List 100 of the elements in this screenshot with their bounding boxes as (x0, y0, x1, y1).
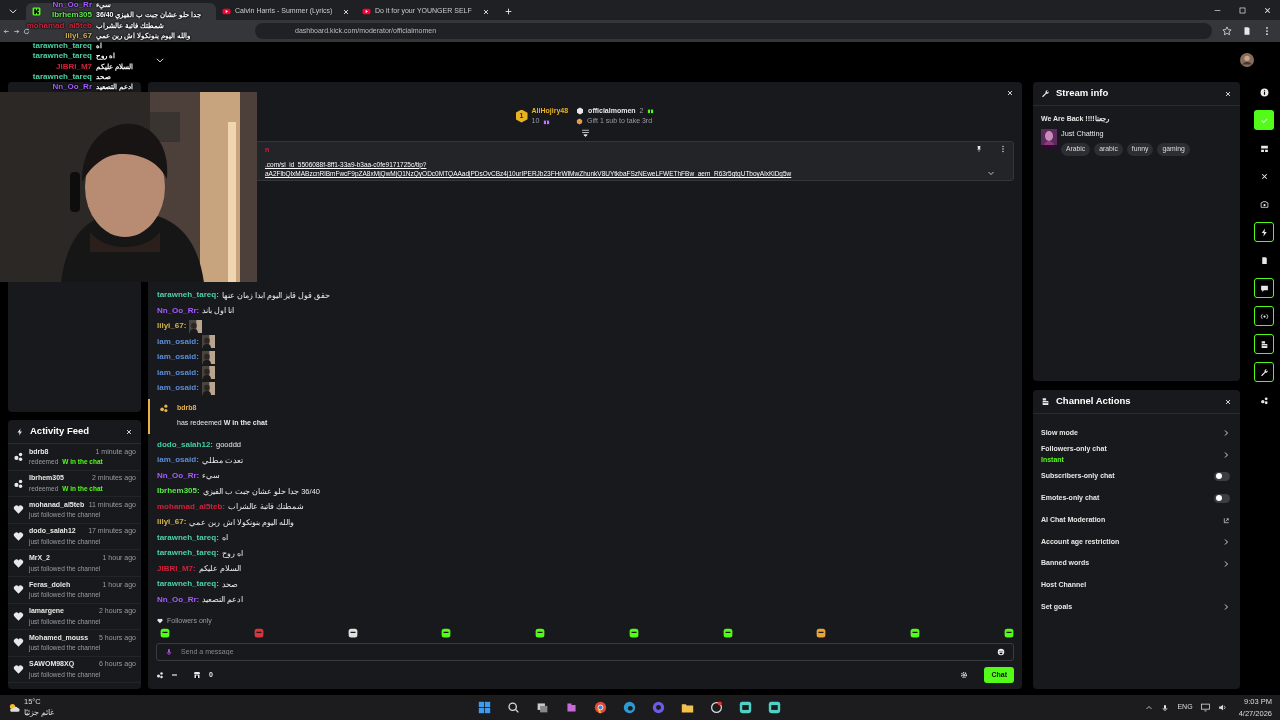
browser-icon[interactable] (594, 701, 607, 714)
wrench-icon (1041, 89, 1050, 98)
sidebar-button[interactable] (1254, 306, 1274, 326)
username[interactable]: tarawneh_tareq: (157, 578, 219, 591)
store-icon[interactable] (193, 671, 201, 679)
username: Nn_Oo_Rr (52, 82, 92, 93)
username[interactable]: iam_osaid: (157, 454, 199, 467)
emote-icon[interactable] (722, 628, 733, 638)
username[interactable]: lilyi_67: (157, 320, 187, 333)
speaker-icon[interactable] (1217, 703, 1227, 712)
bolt-icon (16, 427, 24, 436)
extension-icon[interactable] (1242, 26, 1252, 36)
windows-icon[interactable] (478, 701, 491, 714)
sidebar-button[interactable] (1254, 222, 1274, 242)
edge-icon[interactable] (623, 701, 636, 714)
weather-icon[interactable] (8, 701, 20, 714)
camera-icon (1259, 199, 1269, 209)
copilot-icon[interactable] (565, 701, 578, 714)
video-icon (222, 7, 231, 16)
chevron-right-icon[interactable] (1222, 559, 1230, 568)
video-icon (362, 7, 371, 16)
app-icon[interactable] (768, 701, 781, 714)
toggle-switch[interactable] (1214, 472, 1230, 481)
username[interactable]: Nn_Oo_Rr: (157, 593, 200, 606)
sidebar-button[interactable] (1254, 334, 1274, 354)
heart-icon (157, 617, 163, 624)
emote-icon[interactable] (1003, 628, 1014, 638)
expand-icon[interactable] (580, 128, 590, 137)
document-icon (1259, 255, 1269, 265)
close-icon[interactable] (1006, 89, 1014, 97)
reload-icon[interactable] (23, 27, 30, 35)
new-tab-icon[interactable] (504, 7, 513, 16)
chevron-right-icon[interactable] (1222, 450, 1230, 459)
username[interactable]: iam_osaid: (157, 382, 199, 395)
emote-icon[interactable] (628, 628, 639, 638)
search-icon[interactable] (507, 701, 520, 714)
app-icon[interactable] (710, 701, 723, 714)
username: Ibrhem305 (51, 10, 92, 21)
sidebar-button[interactable] (1254, 362, 1274, 382)
heart-icon (13, 610, 24, 622)
weather-condition: غائم جزئيًا (24, 707, 55, 720)
folder-icon[interactable] (681, 701, 694, 714)
forward-icon[interactable] (13, 27, 20, 35)
emote-icon[interactable] (816, 628, 827, 638)
chevron-down-icon[interactable] (155, 55, 165, 65)
app-icon[interactable] (739, 701, 752, 714)
username[interactable]: Nn_Oo_Rr: (157, 469, 200, 482)
close-icon[interactable] (125, 427, 133, 436)
sidebar-button[interactable] (1254, 278, 1274, 298)
back-icon[interactable] (3, 27, 10, 35)
chevron-right-icon[interactable] (1222, 428, 1230, 437)
toggle-switch[interactable] (1214, 493, 1230, 503)
maximize-icon[interactable] (1238, 5, 1247, 15)
username[interactable]: tarawneh_tareq: (157, 531, 219, 544)
monitor-icon[interactable] (1200, 703, 1210, 712)
username[interactable]: dodo_salah12: (157, 438, 213, 451)
pin-icon[interactable] (975, 145, 983, 153)
star-icon[interactable] (1222, 26, 1232, 36)
close-icon[interactable] (1224, 397, 1232, 406)
heart-icon (13, 531, 24, 543)
username[interactable]: tarawneh_tareq: (157, 289, 219, 302)
close-icon[interactable] (1263, 5, 1272, 15)
username[interactable]: iam_osaid: (157, 366, 199, 379)
username[interactable]: tarawneh_tareq: (157, 547, 219, 560)
channel-actions-icon (1041, 397, 1050, 406)
task-view-icon[interactable] (536, 701, 549, 714)
avatar-icon[interactable] (1240, 53, 1254, 67)
external-link-icon[interactable] (1223, 516, 1230, 524)
bolt-icon (1259, 227, 1269, 237)
username[interactable]: iam_osaid: (157, 335, 199, 348)
emote-icon[interactable] (160, 628, 170, 638)
heart-icon (13, 557, 24, 569)
close-icon[interactable] (482, 7, 490, 16)
microphone-icon[interactable] (1161, 703, 1170, 712)
emote-icon[interactable] (535, 628, 546, 638)
close-icon[interactable] (1224, 89, 1232, 98)
browser-tab[interactable] (26, 3, 216, 20)
points-icon[interactable] (156, 671, 164, 679)
emoji-icon[interactable] (997, 648, 1005, 656)
emote-icon[interactable] (910, 628, 921, 638)
username[interactable]: iam_osaid: (157, 351, 199, 364)
chevron-right-icon[interactable] (1222, 537, 1230, 546)
tab-list-icon[interactable] (8, 6, 18, 16)
layout-icon (1259, 143, 1269, 153)
username[interactable]: Ibrhem305: (157, 485, 200, 498)
panel-title: Stream info (1056, 86, 1110, 101)
close-icon (1259, 171, 1269, 181)
chevron-right-icon[interactable] (1222, 603, 1230, 612)
info-icon (1259, 87, 1269, 97)
heart-icon (13, 637, 24, 649)
username[interactable]: Nn_Oo_Rr: (157, 304, 200, 317)
close-icon[interactable] (342, 7, 350, 16)
emote-icon[interactable] (441, 628, 452, 638)
emote-icon[interactable] (347, 628, 358, 638)
emote-icon (201, 381, 215, 395)
kick-logo-icon (32, 7, 41, 16)
chevron-up-icon[interactable] (1145, 703, 1154, 712)
settings-icon[interactable] (960, 671, 969, 679)
more-icon[interactable] (999, 145, 1007, 153)
username[interactable]: lilyi_67: (157, 516, 187, 529)
